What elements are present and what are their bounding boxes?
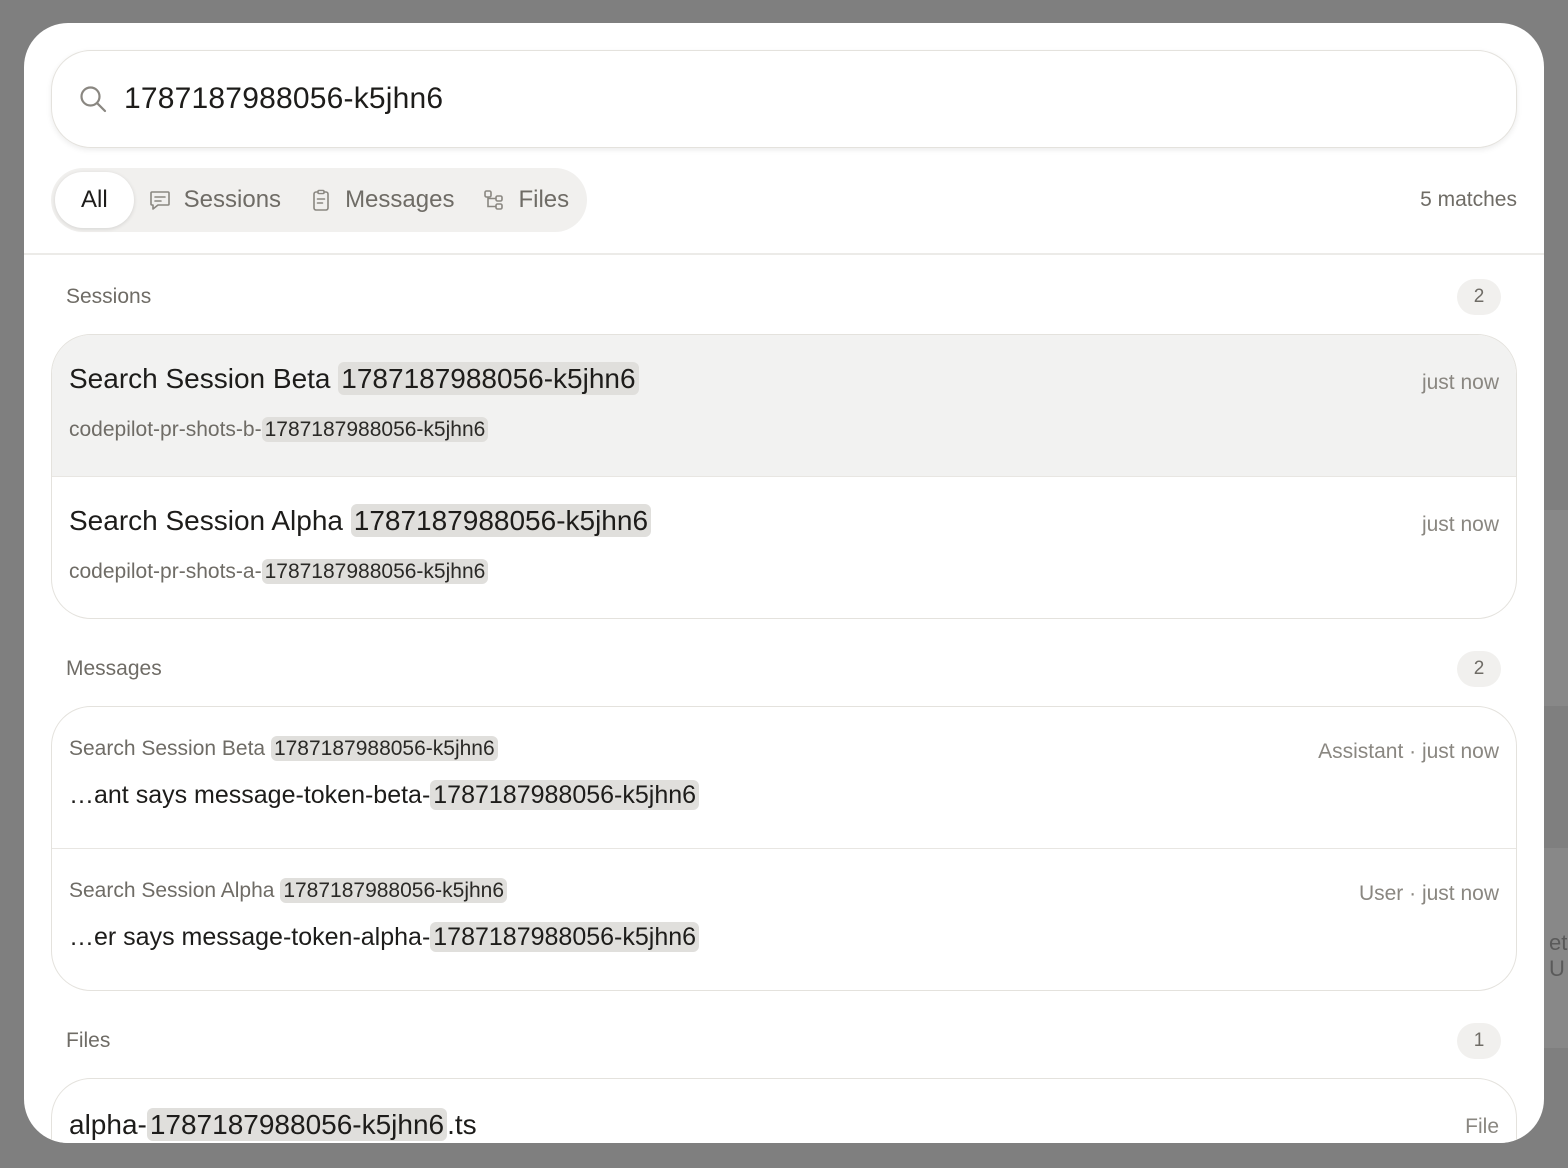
count-badge: 2 xyxy=(1457,279,1501,315)
message-snippet: …ant says message-token-beta- 17871879880… xyxy=(69,780,700,810)
session-result[interactable]: Search Session Beta 1787187988056-k5jhn6… xyxy=(52,335,1516,477)
clipboard-icon xyxy=(313,189,329,211)
sessions-results: Search Session Beta 1787187988056-k5jhn6… xyxy=(51,334,1517,619)
count-badge: 2 xyxy=(1457,651,1501,687)
match-highlight: 1787187988056-k5jhn6 xyxy=(261,417,489,442)
search-icon xyxy=(80,86,107,113)
tab-sessions[interactable]: Sessions xyxy=(134,172,295,228)
tab-all[interactable]: All xyxy=(55,172,134,228)
tab-label: Files xyxy=(518,186,570,213)
tab-label: Messages xyxy=(345,186,455,213)
background-text: et U xyxy=(1549,930,1568,981)
message-meta: User · just now xyxy=(1358,882,1499,905)
tab-files[interactable]: Files xyxy=(468,172,583,228)
session-result[interactable]: Search Session Alpha 1787187988056-k5jhn… xyxy=(52,477,1516,618)
section-title: Messages xyxy=(66,657,162,680)
match-count: 5 matches xyxy=(1420,188,1517,211)
tab-messages[interactable]: Messages xyxy=(295,172,468,228)
session-workspace: codepilot-pr-shots-b- 1787187988056-k5jhn… xyxy=(69,417,489,442)
file-result[interactable]: alpha- 1787187988056-k5jhn6 .ts File xyxy=(52,1079,1516,1143)
session-time: just now xyxy=(1421,513,1499,536)
filter-tabs: All Sessions Messages Files xyxy=(51,168,588,232)
match-highlight: 1787187988056-k5jhn6 xyxy=(350,504,652,537)
session-workspace: codepilot-pr-shots-a- 1787187988056-k5jhn… xyxy=(69,559,489,584)
message-session: Search Session Alpha 1787187988056-k5jhn… xyxy=(69,878,508,903)
tab-label: Sessions xyxy=(183,186,282,213)
count-badge: 1 xyxy=(1457,1023,1501,1059)
tab-label: All xyxy=(81,186,108,213)
file-tree-icon xyxy=(484,190,504,210)
match-highlight: 1787187988056-k5jhn6 xyxy=(270,736,498,761)
divider xyxy=(24,253,1544,255)
match-highlight: 1787187988056-k5jhn6 xyxy=(261,559,489,584)
match-highlight: 1787187988056-k5jhn6 xyxy=(280,878,508,903)
files-section-header: Files 1 xyxy=(66,1023,1501,1059)
search-box[interactable] xyxy=(51,50,1517,148)
match-highlight: 1787187988056-k5jhn6 xyxy=(430,922,700,952)
message-session: Search Session Beta 1787187988056-k5jhn6 xyxy=(69,736,498,761)
message-snippet: …er says message-token-alpha- 17871879880… xyxy=(69,922,700,952)
file-name: alpha- 1787187988056-k5jhn6 .ts xyxy=(69,1108,477,1141)
chat-bubble-icon xyxy=(149,191,170,210)
message-result[interactable]: Search Session Beta 1787187988056-k5jhn6… xyxy=(52,707,1516,849)
session-title: Search Session Alpha 1787187988056-k5jhn… xyxy=(69,504,652,537)
search-input[interactable] xyxy=(124,82,1424,116)
messages-section-header: Messages 2 xyxy=(66,651,1501,687)
sessions-section-header: Sessions 2 xyxy=(66,279,1501,315)
session-title: Search Session Beta 1787187988056-k5jhn6 xyxy=(69,362,639,395)
message-result[interactable]: Search Session Alpha 1787187988056-k5jhn… xyxy=(52,849,1516,990)
search-modal: All Sessions Messages xyxy=(24,23,1544,1143)
section-title: Files xyxy=(66,1029,111,1052)
messages-results: Search Session Beta 1787187988056-k5jhn6… xyxy=(51,706,1517,991)
section-title: Sessions xyxy=(66,285,152,308)
match-highlight: 1787187988056-k5jhn6 xyxy=(146,1108,448,1141)
session-time: just now xyxy=(1421,371,1499,394)
files-results: alpha- 1787187988056-k5jhn6 .ts File xyxy=(51,1078,1517,1143)
file-kind: File xyxy=(1465,1115,1499,1138)
match-highlight: 1787187988056-k5jhn6 xyxy=(338,362,639,395)
match-highlight: 1787187988056-k5jhn6 xyxy=(430,780,700,810)
message-meta: Assistant · just now xyxy=(1318,740,1499,763)
